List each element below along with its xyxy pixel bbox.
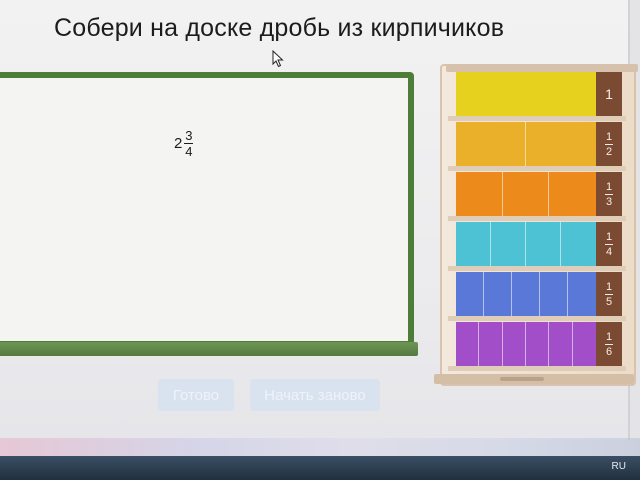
brick[interactable] xyxy=(456,122,526,166)
label-denominator: 6 xyxy=(605,345,613,358)
label-numerator: 1 xyxy=(605,280,613,293)
shelf-plank xyxy=(448,166,626,171)
label-denominator: 3 xyxy=(605,195,613,208)
brick[interactable] xyxy=(502,322,526,366)
shelf-plank xyxy=(448,216,626,221)
brick[interactable] xyxy=(512,272,540,316)
brick[interactable] xyxy=(540,272,568,316)
label-denominator: 4 xyxy=(605,245,613,258)
brick[interactable] xyxy=(525,322,550,366)
brick-row-label: 13 xyxy=(596,172,622,216)
brick-row-2 xyxy=(456,122,596,166)
brick-row-1 xyxy=(456,72,596,116)
shelf-foot-slot xyxy=(500,377,544,381)
brick-row-label: 15 xyxy=(596,272,622,316)
shelf-plank xyxy=(448,266,626,271)
brick[interactable] xyxy=(479,322,503,366)
brick-row-label: 12 xyxy=(596,122,622,166)
brick[interactable] xyxy=(561,222,596,266)
app-window: Собери на доске дробь из кирпичиков 2 3 … xyxy=(0,0,638,440)
brick-row-5 xyxy=(456,272,596,316)
label-denominator: 2 xyxy=(605,145,613,158)
brick-row-label: 16 xyxy=(596,322,622,366)
fraction-numerator: 3 xyxy=(185,128,193,143)
label-numerator: 1 xyxy=(605,130,613,143)
label-fraction-bar xyxy=(605,143,613,145)
brick-row-label: 1 xyxy=(596,72,622,116)
brick[interactable] xyxy=(526,122,596,166)
brick[interactable] xyxy=(456,172,503,216)
brick[interactable] xyxy=(549,172,596,216)
target-fraction: 2 3 4 xyxy=(174,128,194,159)
brick[interactable] xyxy=(484,272,512,316)
label-fraction-bar xyxy=(605,343,613,345)
label-fraction-bar xyxy=(605,193,613,195)
shelf-top xyxy=(446,64,638,72)
brick-row-4 xyxy=(456,222,596,266)
taskbar xyxy=(0,456,640,480)
brick[interactable] xyxy=(456,222,491,266)
label-numerator: 1 xyxy=(605,180,613,193)
label-numerator: 1 xyxy=(605,330,613,343)
background-strip xyxy=(0,438,640,456)
brick-row-3 xyxy=(456,172,596,216)
page-title: Собери на доске дробь из кирпичиков xyxy=(54,14,505,42)
brick[interactable] xyxy=(502,172,550,216)
mouse-pointer-icon xyxy=(272,50,284,68)
shelf-plank xyxy=(448,366,626,371)
brick[interactable] xyxy=(549,322,573,366)
label-denominator: 5 xyxy=(605,295,613,308)
language-indicator[interactable]: RU xyxy=(612,461,626,472)
brick[interactable] xyxy=(572,322,596,366)
board-surface[interactable]: 2 3 4 xyxy=(0,72,414,347)
fraction-part: 3 4 xyxy=(184,128,194,159)
brick[interactable] xyxy=(456,272,484,316)
fraction-denominator: 4 xyxy=(185,144,193,159)
label-fraction-bar xyxy=(605,243,613,245)
label-fraction-bar xyxy=(605,293,613,295)
board-ledge xyxy=(0,342,418,356)
brick[interactable] xyxy=(491,222,526,266)
brick-row-label: 14 xyxy=(596,222,622,266)
brick-row-6 xyxy=(456,322,596,366)
shelf-plank xyxy=(448,316,626,321)
brick[interactable] xyxy=(456,72,596,116)
shelf-plank xyxy=(448,116,626,121)
label-numerator: 1 xyxy=(605,86,613,102)
brick[interactable] xyxy=(526,222,561,266)
brick[interactable] xyxy=(456,322,480,366)
ready-button[interactable]: Готово xyxy=(158,379,234,411)
reset-button[interactable]: Начать заново xyxy=(250,379,380,411)
label-numerator: 1 xyxy=(605,230,613,243)
brick[interactable] xyxy=(568,272,596,316)
fraction-whole: 2 xyxy=(174,135,183,152)
chalkboard[interactable]: 2 3 4 xyxy=(0,72,422,362)
